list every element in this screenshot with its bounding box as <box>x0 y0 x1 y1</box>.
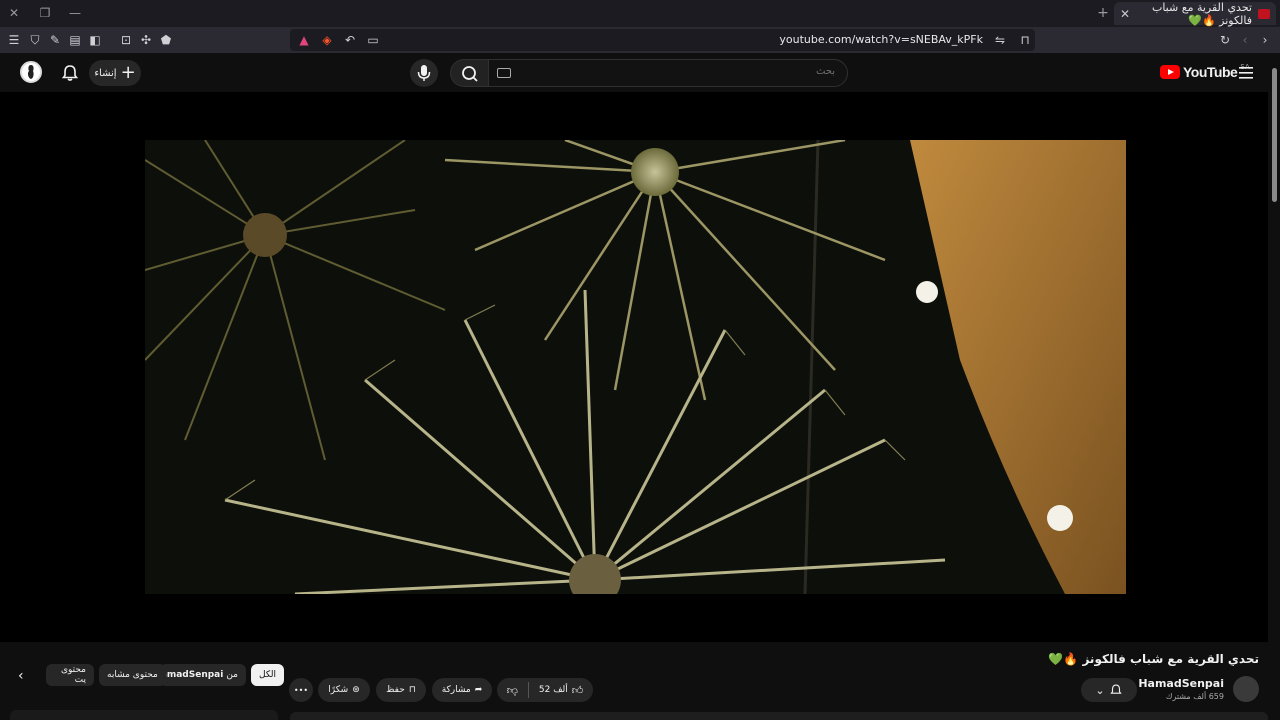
cast-icon[interactable]: ▭ <box>364 31 382 49</box>
tab-title: تحدي القرية مع شباب فالكونز 🔥💚 <box>1151 0 1252 27</box>
video-title: تحدي القرية مع شباب فالكونز 🔥💚 <box>1048 652 1259 666</box>
share-icon: ➦ <box>474 685 483 695</box>
palm-trees-night-scene <box>145 140 1126 594</box>
subscribe-notifications-button[interactable]: ⌄ <box>1081 678 1137 702</box>
browser-tab-active[interactable]: تحدي القرية مع شباب فالكونز 🔥💚 ✕ <box>1114 0 1276 27</box>
search-input[interactable]: بحث <box>488 59 848 87</box>
thanks-label: شكرًا <box>328 685 349 695</box>
youtube-header: إنشاء + بحث YouTube SA <box>0 54 1280 92</box>
scrollbar-thumb[interactable] <box>1272 68 1277 202</box>
back-history-icon[interactable]: ↶ <box>341 31 359 49</box>
browser-titlebar: ✕ ❐ — + تحدي القرية مع شباب فالكونز 🔥💚 ✕ <box>0 0 1280 27</box>
reload-icon[interactable]: ↻ <box>1216 31 1234 49</box>
chip-related[interactable]: محتوى مشابه <box>99 664 166 686</box>
youtube-favicon-icon <box>1258 8 1270 19</box>
reader-icon[interactable]: ▤ <box>66 31 84 49</box>
bell-icon <box>1109 684 1122 694</box>
youtube-logo-text: YouTube <box>1183 64 1238 80</box>
description-panel-edge <box>290 712 1268 720</box>
window-restore-icon[interactable]: ❐ <box>36 5 54 21</box>
chip-from-prefix: من <box>226 670 238 680</box>
like-dislike-group: 👎︎ 52 ألف 👍︎ <box>497 678 593 702</box>
video-frame[interactable] <box>145 140 1126 594</box>
youtube-play-icon <box>1160 65 1180 79</box>
menu-icon[interactable]: ☰ <box>5 31 23 49</box>
keyboard-icon[interactable] <box>497 68 511 78</box>
like-icon[interactable]: 👍︎ <box>572 684 584 697</box>
more-icon: ••• <box>293 685 309 695</box>
profile-silhouette-icon <box>27 65 34 79</box>
thanks-button[interactable]: شكرًا ⊛ <box>318 678 370 702</box>
avatar[interactable] <box>20 61 42 83</box>
more-actions-button[interactable]: ••• <box>289 678 313 702</box>
page-scrollbar[interactable] <box>1270 54 1280 720</box>
divider <box>527 682 529 698</box>
save-label: حفظ <box>386 685 405 695</box>
vpn-icon[interactable]: ⬟ <box>157 31 175 49</box>
bookmark-icon[interactable]: ⊓ <box>1016 31 1034 49</box>
channel-avatar[interactable] <box>1233 676 1259 702</box>
chip-all[interactable]: الكل <box>251 664 285 686</box>
address-bar[interactable]: ▲ ◈ ↶ ▭ youtube.com/watch?v=sNEBAv_kPFk … <box>290 29 1035 51</box>
tab-close-icon[interactable]: ✕ <box>1120 7 1130 21</box>
plus-icon: + <box>120 62 136 83</box>
share-label: مشاركة <box>441 685 471 695</box>
microphone-icon <box>417 65 431 81</box>
create-label: إنشاء <box>94 67 117 79</box>
alert-icon[interactable]: ▲ <box>295 31 313 49</box>
chip-from-channel[interactable]: من HamadSenpai <box>153 664 246 686</box>
related-panel-edge <box>10 710 278 720</box>
thanks-icon: ⊛ <box>352 685 360 695</box>
chevron-down-icon: ⌄ <box>1095 683 1105 697</box>
brave-shield-icon[interactable]: ◈ <box>318 31 336 49</box>
chip-partial[interactable]: محتوى يت <box>46 664 94 686</box>
create-button[interactable]: إنشاء + <box>89 60 141 86</box>
site-settings-icon[interactable]: ⇋ <box>991 31 1009 49</box>
window-minimize-icon[interactable]: — <box>66 5 84 21</box>
subscriber-count: 659 ألف مشترك <box>1165 692 1224 701</box>
share-button[interactable]: مشاركة ➦ <box>432 678 492 702</box>
search-placeholder: بحث <box>815 66 835 77</box>
extension-icon[interactable]: ✎ <box>46 31 64 49</box>
new-tab-icon[interactable]: + <box>1094 5 1112 21</box>
channel-name[interactable]: HamadSenpai <box>1138 677 1224 690</box>
search-icon <box>462 66 478 82</box>
shield-icon[interactable]: ⛉ <box>26 31 44 49</box>
notifications-bell-icon[interactable] <box>60 63 80 83</box>
guide-menu-icon[interactable] <box>1238 66 1254 80</box>
forward-icon[interactable]: ‹ <box>1236 31 1254 49</box>
back-icon[interactable]: › <box>1256 31 1274 49</box>
url-text: youtube.com/watch?v=sNEBAv_kPFk <box>779 33 983 46</box>
search-button[interactable] <box>450 59 488 87</box>
save-bookmark-icon: ⊓ <box>408 685 416 695</box>
puzzle-icon[interactable]: ✣ <box>137 31 155 49</box>
youtube-logo[interactable]: YouTube SA <box>1160 63 1250 80</box>
save-button[interactable]: حفظ ⊓ <box>376 678 426 702</box>
dislike-icon[interactable]: 👎︎ <box>507 684 518 697</box>
chips-scroll-left-icon[interactable]: ‹ <box>18 668 34 684</box>
browser-toolbar: ☰ ⛉ ✎ ▤ ◧ ⊡ ✣ ⬟ ▲ ◈ ↶ ▭ youtube.com/watc… <box>0 27 1280 53</box>
window-close-icon[interactable]: ✕ <box>5 5 23 21</box>
screenshot-icon[interactable]: ⊡ <box>117 31 135 49</box>
voice-search-button[interactable] <box>410 59 438 87</box>
like-count[interactable]: 52 ألف <box>539 685 568 695</box>
sidebar-icon[interactable]: ◧ <box>86 31 104 49</box>
